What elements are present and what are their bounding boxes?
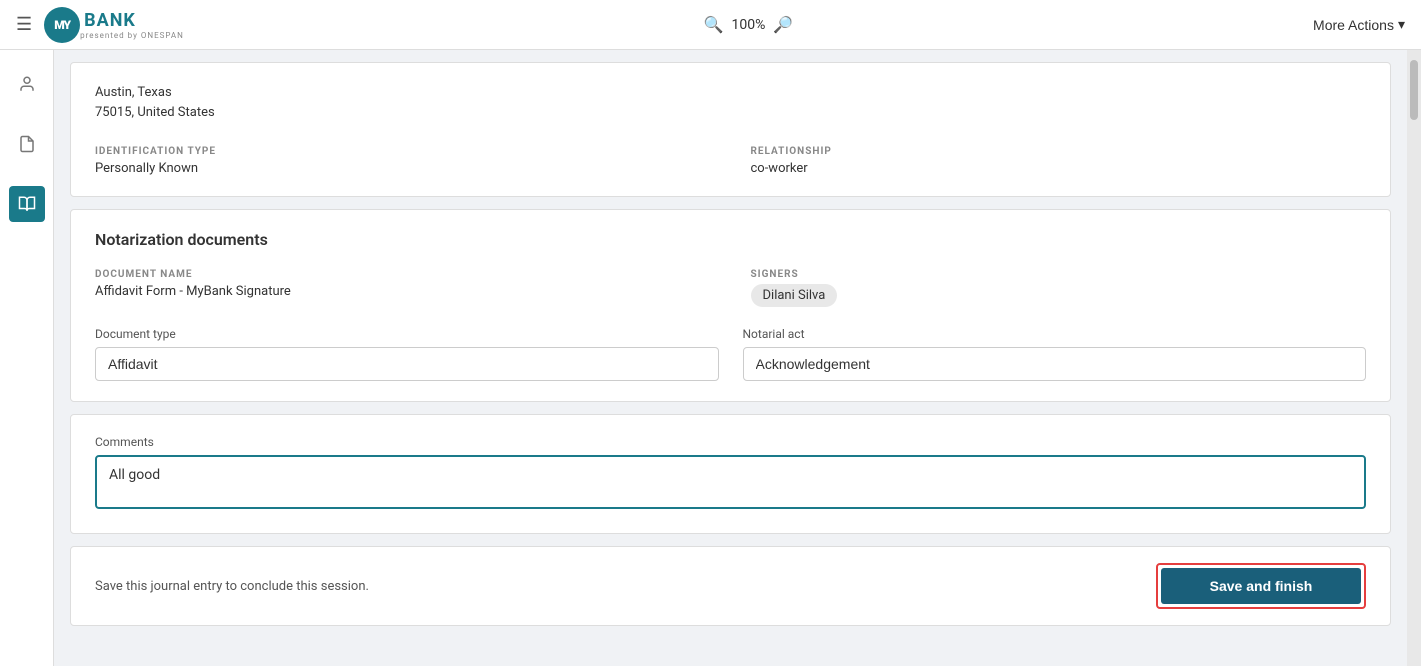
doc-type-row: Document type Notarial act	[95, 327, 1366, 381]
logo: MY BANK presented by ONESPAN	[44, 7, 184, 43]
document-type-input[interactable]	[95, 347, 719, 381]
logo-text: BANK	[84, 10, 136, 31]
document-type-col: Document type	[95, 327, 719, 381]
address-city: Austin, Texas	[95, 83, 1366, 103]
address-row: Austin, Texas 75015, United States	[95, 83, 1366, 122]
sidebar-item-person[interactable]	[9, 66, 45, 102]
footer-card: Save this journal entry to conclude this…	[70, 546, 1391, 626]
hamburger-icon[interactable]: ☰	[16, 14, 32, 35]
document-type-label: Document type	[95, 327, 719, 341]
footer-info-text: Save this journal entry to conclude this…	[95, 579, 369, 594]
notarial-act-input[interactable]	[743, 347, 1367, 381]
sidebar-item-document[interactable]	[9, 126, 45, 162]
nav-left: ☰ MY BANK presented by ONESPAN	[16, 7, 184, 43]
section-title: Notarization documents	[95, 230, 1366, 249]
logo-subtitle: presented by ONESPAN	[80, 31, 184, 40]
id-type-label: IDENTIFICATION TYPE	[95, 146, 711, 157]
logo-circle: MY	[44, 7, 80, 43]
notarial-act-col: Notarial act	[743, 327, 1367, 381]
relationship-col: RELATIONSHIP co-worker	[751, 146, 1367, 176]
doc-header-row: DOCUMENT NAME Affidavit Form - MyBank Si…	[95, 269, 1366, 307]
address-card: Austin, Texas 75015, United States IDENT…	[70, 62, 1391, 197]
main-layout: Austin, Texas 75015, United States IDENT…	[0, 50, 1421, 666]
id-type-value: Personally Known	[95, 161, 711, 176]
sidebar	[0, 50, 54, 666]
save-finish-button[interactable]: Save and finish	[1161, 568, 1361, 604]
scrollbar[interactable]	[1407, 50, 1421, 666]
signers-label: SIGNERS	[751, 269, 1367, 280]
doc-name-label: DOCUMENT NAME	[95, 269, 711, 280]
signer-name: Dilani Silva	[763, 288, 826, 303]
id-relationship-row: IDENTIFICATION TYPE Personally Known REL…	[95, 134, 1366, 176]
sidebar-item-book[interactable]	[9, 186, 45, 222]
nav-right: More Actions ▾	[1313, 16, 1405, 33]
signer-badge: Dilani Silva	[751, 284, 838, 307]
comments-textarea[interactable]	[95, 455, 1366, 509]
relationship-value: co-worker	[751, 161, 1367, 176]
comments-card: Comments	[70, 414, 1391, 534]
zoom-out-icon[interactable]: 🔍	[704, 15, 724, 34]
zoom-level: 100%	[732, 17, 766, 33]
doc-name-value: Affidavit Form - MyBank Signature	[95, 284, 711, 299]
zoom-in-icon[interactable]: 🔎	[773, 15, 793, 34]
notarial-act-label: Notarial act	[743, 327, 1367, 341]
address-zip: 75015, United States	[95, 103, 1366, 123]
content-area: Austin, Texas 75015, United States IDENT…	[54, 50, 1407, 666]
zoom-controls: 🔍 100% 🔎	[704, 15, 794, 34]
more-actions-button[interactable]: More Actions ▾	[1313, 16, 1405, 33]
notarization-card: Notarization documents DOCUMENT NAME Aff…	[70, 209, 1391, 402]
id-type-col: IDENTIFICATION TYPE Personally Known	[95, 146, 711, 176]
top-navigation: ☰ MY BANK presented by ONESPAN 🔍 100% 🔎 …	[0, 0, 1421, 50]
doc-name-col: DOCUMENT NAME Affidavit Form - MyBank Si…	[95, 269, 711, 307]
relationship-label: RELATIONSHIP	[751, 146, 1367, 157]
comments-label: Comments	[95, 435, 1366, 449]
signers-col: SIGNERS Dilani Silva	[751, 269, 1367, 307]
scroll-thumb[interactable]	[1410, 60, 1418, 120]
address-col: Austin, Texas 75015, United States	[95, 83, 1366, 122]
save-finish-button-wrapper: Save and finish	[1156, 563, 1366, 609]
